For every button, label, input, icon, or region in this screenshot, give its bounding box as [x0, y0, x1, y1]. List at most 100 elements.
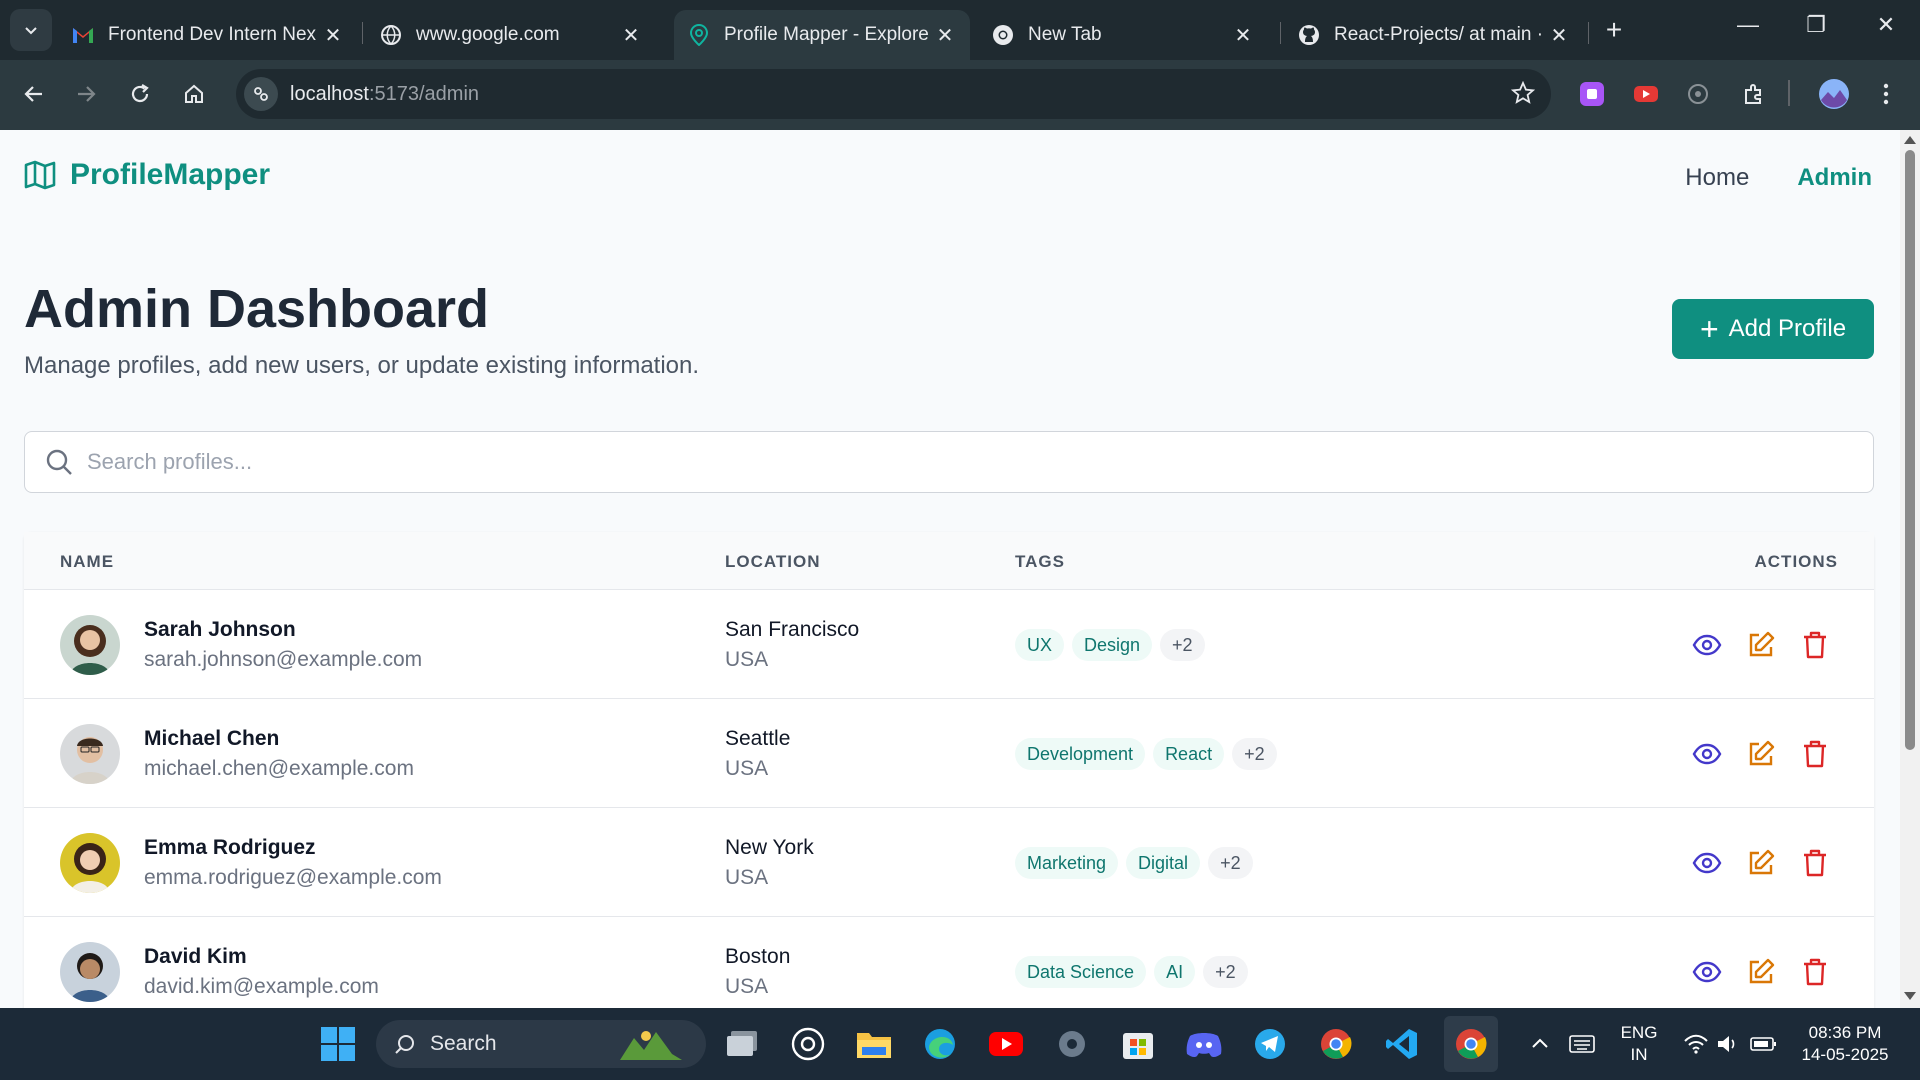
region-code: IN [1630, 1045, 1648, 1064]
view-eye-icon[interactable] [1692, 739, 1722, 769]
search-highlight-icon [620, 1031, 682, 1060]
site-info-icon[interactable] [244, 77, 278, 111]
extension-gear-icon[interactable] [1684, 80, 1712, 108]
tray-chevron-up-icon[interactable] [1518, 1022, 1562, 1066]
tab-search-menu-button[interactable] [10, 9, 52, 51]
tab-google[interactable]: www.google.com ✕ [366, 10, 656, 60]
tab-separator [1280, 22, 1281, 44]
youtube-icon[interactable] [984, 1022, 1028, 1066]
delete-trash-icon[interactable] [1800, 957, 1830, 987]
reload-button[interactable] [122, 76, 158, 112]
tab-github[interactable]: React-Projects/ at main · ✕ [1284, 10, 1584, 60]
profile-city: Boston [725, 945, 791, 968]
gmail-icon [72, 24, 94, 46]
extension-youtube-icon[interactable] [1632, 80, 1660, 108]
close-tab-icon[interactable]: ✕ [1232, 23, 1254, 48]
table-row: David Kim david.kim@example.com Boston U… [24, 917, 1874, 1008]
more-tags-badge: +2 [1232, 738, 1277, 770]
reload-icon [131, 84, 149, 103]
chrome-icon[interactable] [1314, 1022, 1358, 1066]
edit-pencil-icon[interactable] [1746, 739, 1776, 769]
address-bar[interactable]: localhost:5173/admin [236, 69, 1551, 119]
chrome-active-icon[interactable] [1444, 1016, 1498, 1072]
close-tab-icon[interactable]: ✕ [934, 23, 956, 48]
new-tab-button[interactable]: + [1598, 14, 1630, 46]
tag-badge: React [1153, 738, 1225, 770]
close-tab-icon[interactable]: ✕ [1548, 23, 1570, 48]
extensions-puzzle-icon[interactable] [1740, 80, 1768, 108]
col-location: LOCATION [725, 552, 821, 571]
view-eye-icon[interactable] [1692, 848, 1722, 878]
language-indicator[interactable]: ENG IN [1614, 1022, 1664, 1066]
location-pin-icon [688, 24, 710, 46]
discord-icon[interactable] [1182, 1022, 1226, 1066]
restore-button[interactable]: ❐ [1796, 12, 1836, 38]
search-icon [395, 1035, 414, 1054]
clock[interactable]: 08:36 PM 14-05-2025 [1790, 1022, 1900, 1066]
chatgpt-icon[interactable] [786, 1022, 830, 1066]
settings-gear-icon[interactable] [1050, 1022, 1094, 1066]
file-explorer-icon[interactable] [852, 1022, 896, 1066]
nav-home-link[interactable]: Home [1685, 164, 1749, 192]
task-view-icon[interactable] [720, 1022, 764, 1066]
col-tags: TAGS [1015, 552, 1065, 571]
tab-profile-mapper[interactable]: Profile Mapper - Explore ✕ [674, 10, 970, 60]
scrollbar-thumb[interactable] [1905, 150, 1915, 750]
close-tab-icon[interactable]: ✕ [322, 23, 344, 48]
windows-start-icon[interactable] [316, 1022, 360, 1066]
tag-badge: Design [1072, 629, 1153, 661]
close-tab-icon[interactable]: ✕ [620, 23, 642, 48]
delete-trash-icon[interactable] [1800, 739, 1830, 769]
tab-separator [362, 22, 363, 44]
search-input[interactable] [87, 449, 1787, 475]
profiles-table: NAME LOCATION TAGS ACTIONS Sarah Johnson… [24, 532, 1874, 1008]
page-title: Admin Dashboard [24, 279, 490, 339]
profile-email: sarah.johnson@example.com [144, 648, 423, 671]
tab-gmail[interactable]: Frontend Dev Intern Next ✕ [58, 10, 358, 60]
tag-badge: Marketing [1015, 847, 1119, 879]
back-button[interactable] [16, 76, 52, 112]
profile-city: San Francisco [725, 618, 860, 641]
view-eye-icon[interactable] [1692, 957, 1722, 987]
bookmark-star-icon[interactable] [1510, 80, 1536, 110]
nav-admin-link[interactable]: Admin [1797, 164, 1872, 192]
delete-trash-icon[interactable] [1800, 848, 1830, 878]
view-eye-icon[interactable] [1692, 630, 1722, 660]
tab-new-tab[interactable]: New Tab ✕ [978, 10, 1268, 60]
edit-pencil-icon[interactable] [1746, 848, 1776, 878]
edge-icon[interactable] [918, 1022, 962, 1066]
tag-badge: Digital [1126, 847, 1201, 879]
battery-icon[interactable] [1742, 1022, 1786, 1066]
scroll-down-arrow-icon[interactable] [1904, 992, 1916, 1000]
edit-pencil-icon[interactable] [1746, 957, 1776, 987]
extension-purple-icon[interactable] [1578, 80, 1606, 108]
add-profile-button[interactable]: + Add Profile [1672, 299, 1874, 359]
keyboard-icon[interactable] [1560, 1022, 1604, 1066]
tag-badge: UX [1015, 629, 1065, 661]
url-path: :5173/admin [368, 82, 480, 105]
forward-button[interactable] [68, 76, 104, 112]
scroll-up-arrow-icon[interactable] [1904, 136, 1916, 144]
profile-tags: UX Design +2 [1015, 629, 1205, 661]
brand-logo[interactable]: ProfileMapper [24, 158, 270, 192]
home-icon [185, 84, 203, 103]
arrow-right-icon [78, 86, 96, 102]
arrow-left-icon [24, 86, 42, 102]
telegram-icon[interactable] [1248, 1022, 1292, 1066]
close-window-button[interactable]: ✕ [1866, 12, 1906, 38]
microsoft-store-icon[interactable] [1116, 1022, 1160, 1066]
vscode-icon[interactable] [1380, 1022, 1424, 1066]
tag-badge: Data Science [1015, 956, 1147, 988]
taskbar-search[interactable]: Search [376, 1020, 706, 1068]
home-button[interactable] [176, 76, 212, 112]
browser-menu-icon[interactable] [1872, 80, 1900, 108]
globe-icon [380, 24, 402, 46]
delete-trash-icon[interactable] [1800, 630, 1830, 660]
brand-name: ProfileMapper [70, 158, 271, 191]
profile-name: Sarah Johnson [144, 618, 296, 641]
profile-tags: Marketing Digital +2 [1015, 847, 1253, 879]
page-scrollbar[interactable] [1900, 130, 1920, 1008]
profile-avatar-icon[interactable] [1818, 78, 1850, 110]
edit-pencil-icon[interactable] [1746, 630, 1776, 660]
minimize-button[interactable]: — [1728, 12, 1768, 38]
